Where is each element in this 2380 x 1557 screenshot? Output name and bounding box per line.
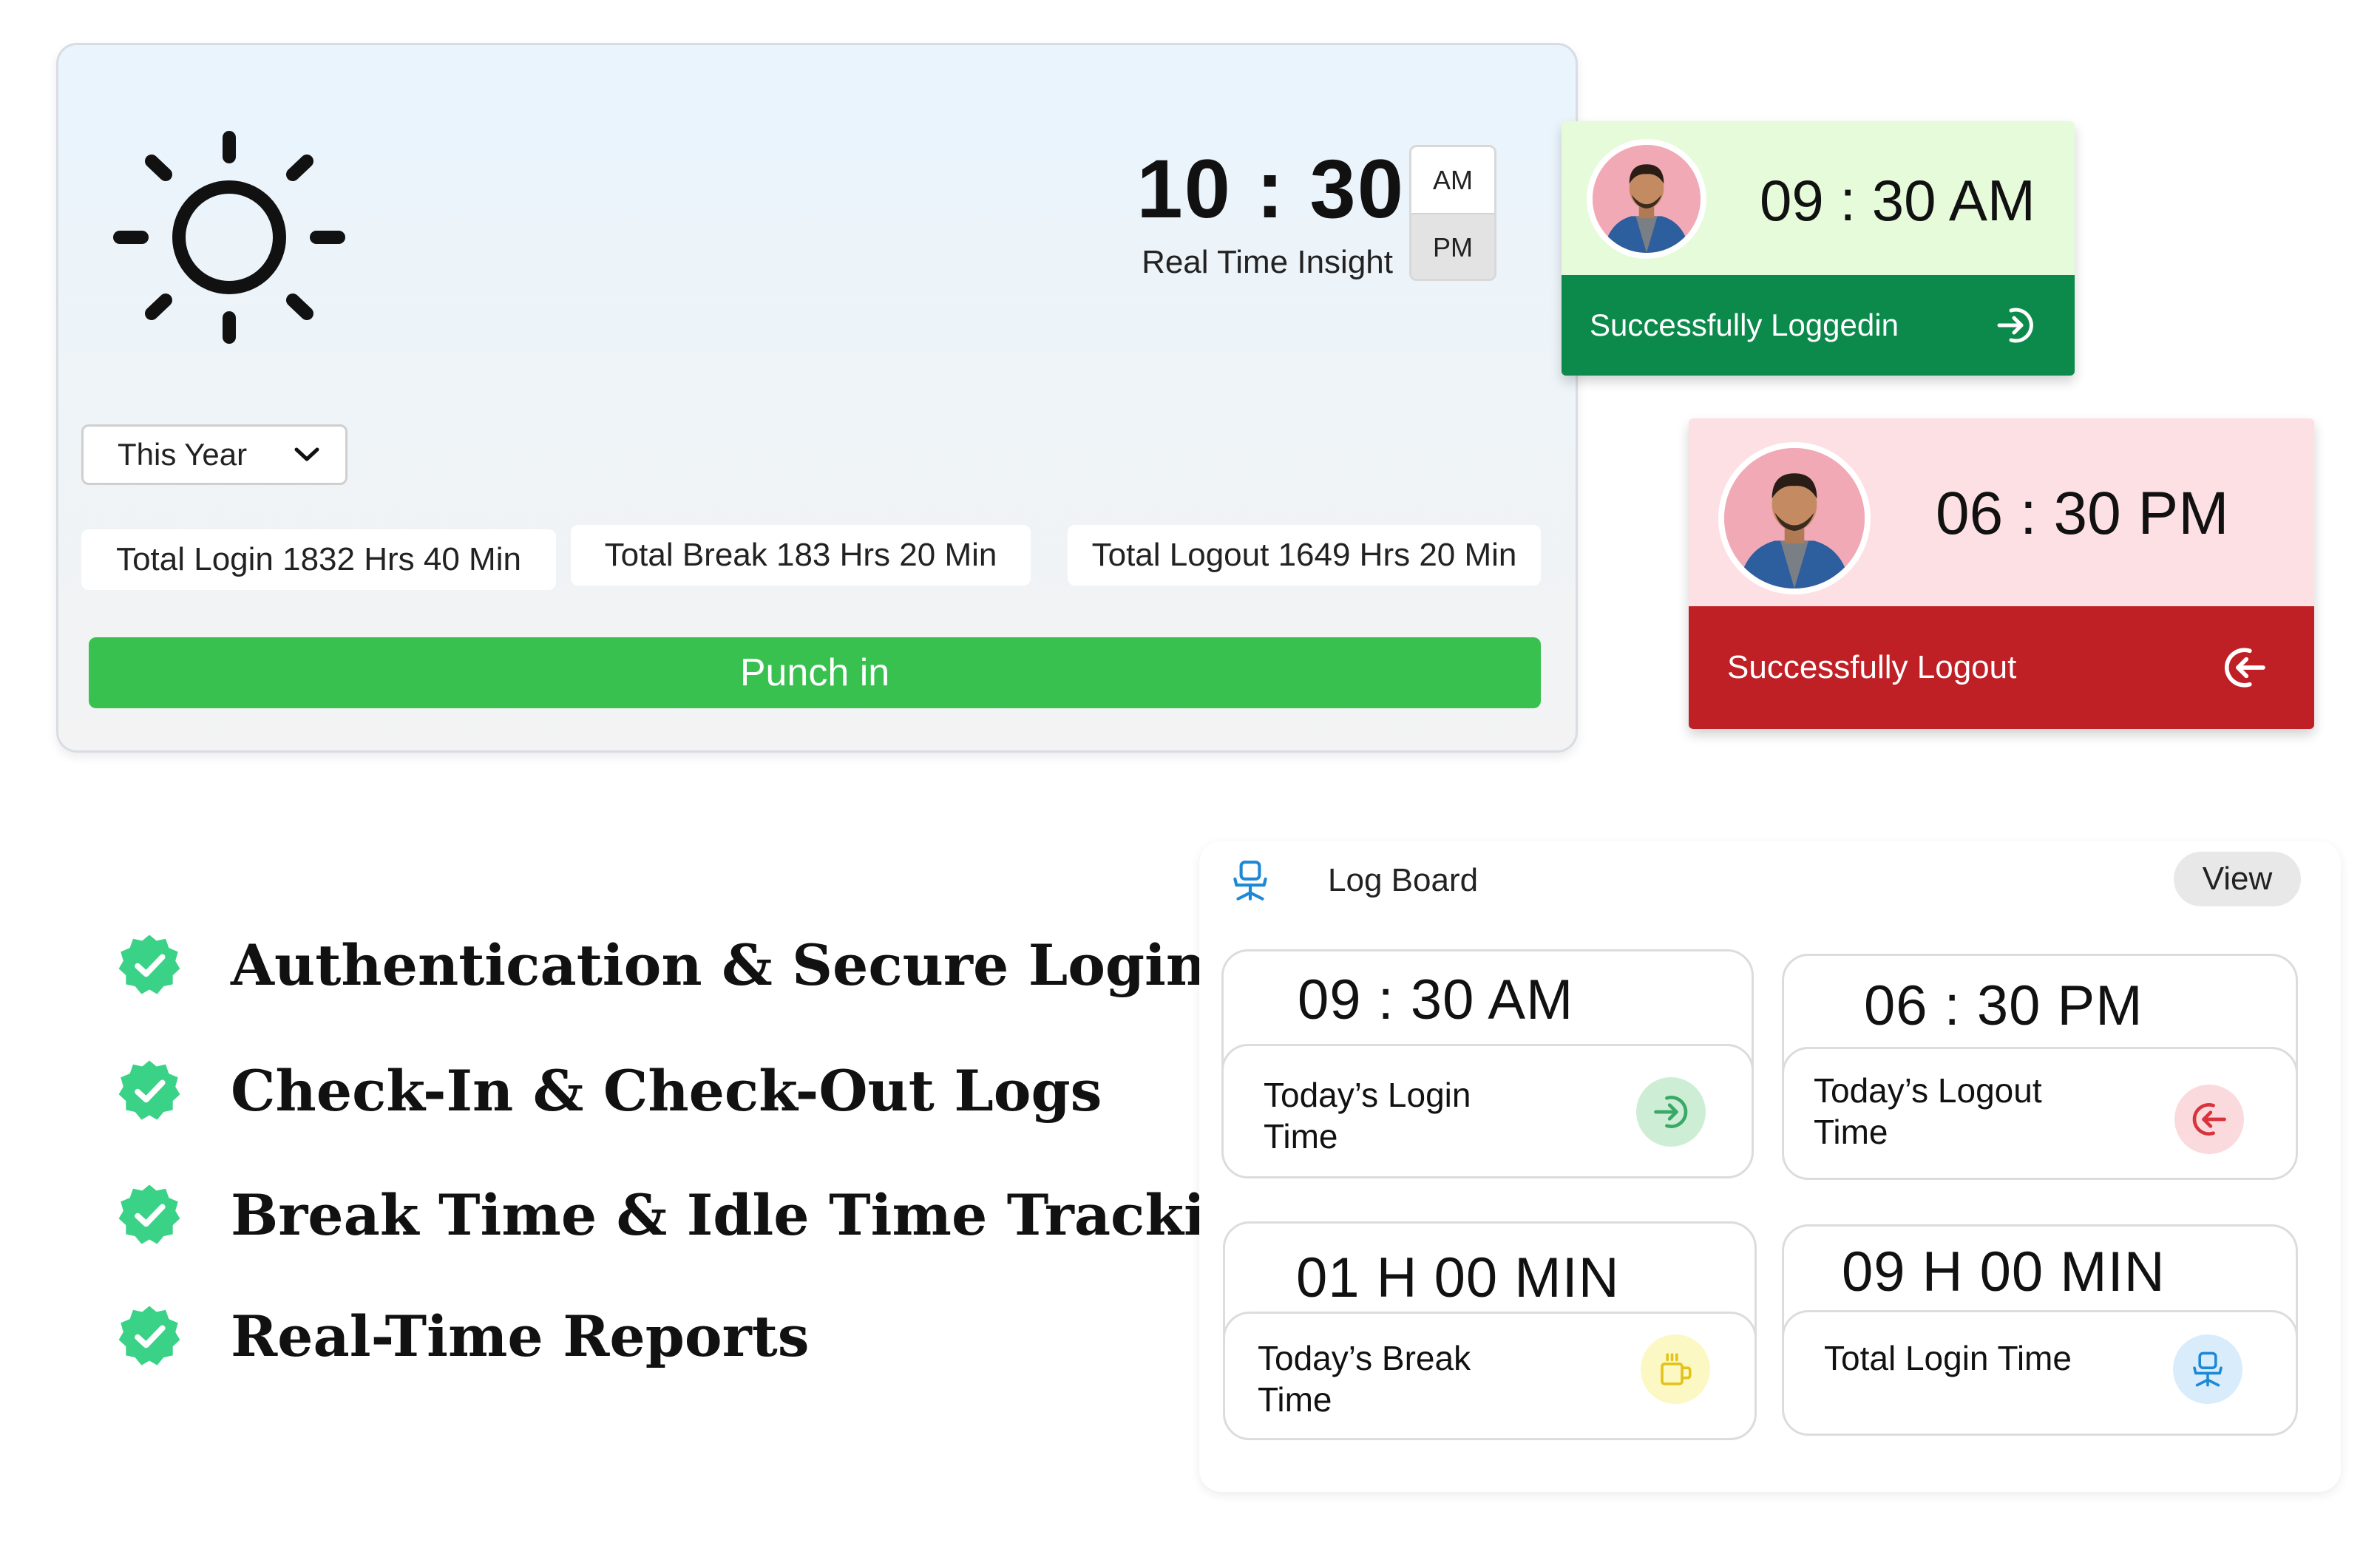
sun-icon <box>113 131 345 344</box>
time-caption: Real Time Insight <box>1142 244 1393 280</box>
verified-check-icon <box>118 1184 180 1244</box>
feature-text: Authentication & Secure Login <box>231 932 1207 998</box>
am-option[interactable]: AM <box>1411 147 1494 213</box>
pm-option[interactable]: PM <box>1411 213 1494 279</box>
chevron-down-icon <box>294 447 319 461</box>
view-button[interactable]: View <box>2174 852 2301 906</box>
tile-value: 01 H 00 MIN <box>1296 1246 1620 1309</box>
coffee-icon <box>1641 1334 1710 1404</box>
feature-item: Real-Time Reports <box>117 1295 810 1377</box>
feature-item: Check-In & Check-Out Logs <box>117 1050 1102 1131</box>
logout-icon <box>2224 648 2265 688</box>
feature-text: Check-In & Check-Out Logs <box>231 1057 1102 1124</box>
tile-label: Today’s Logout Time <box>1814 1071 2042 1151</box>
logout-time: 06 : 30 PM <box>1936 480 2229 547</box>
login-time: 09 : 30 AM <box>1760 168 2035 233</box>
total-login-stat: Total Login 1832 Hrs 40 Min <box>81 529 556 590</box>
login-message: Successfully Loggedin <box>1590 308 1899 342</box>
tile-label: Today’s Break Time <box>1258 1339 1471 1419</box>
office-chair-icon <box>1233 861 1267 900</box>
am-pm-toggle: AM PM <box>1409 145 1496 281</box>
total-logout-stat: Total Logout 1649 Hrs 20 Min <box>1068 525 1541 586</box>
logout-icon <box>2174 1085 2244 1154</box>
log-board-title: Log Board <box>1328 862 1479 898</box>
toast-status-bar: Successfully Loggedin <box>1562 275 2075 376</box>
login-success-toast: 09 : 30 AM Successfully Loggedin <box>1562 121 2075 376</box>
login-icon <box>1997 308 2033 343</box>
tile-value: 09 : 30 AM <box>1298 969 1574 1031</box>
period-select-value: This Year <box>118 437 248 472</box>
period-select[interactable]: This Year <box>81 424 347 485</box>
tile-label: Total Login Time <box>1824 1339 2072 1377</box>
avatar <box>1718 442 1871 594</box>
total-break-stat: Total Break 183 Hrs 20 Min <box>571 525 1031 586</box>
today-logout-tile: 06 : 30 PM Today’s Logout Time <box>1782 954 2298 1180</box>
feature-item: Break Time & Idle Time Tracking <box>117 1174 1285 1255</box>
login-icon <box>1636 1077 1706 1147</box>
current-time: 10 : 30 <box>1136 143 1405 235</box>
punch-in-button[interactable]: Punch in <box>89 637 1541 708</box>
verified-check-icon <box>118 934 180 994</box>
tile-value: 09 H 00 MIN <box>1842 1241 2166 1303</box>
tile-value: 06 : 30 PM <box>1864 974 2143 1037</box>
today-break-tile: 01 H 00 MIN Today’s Break Time <box>1223 1221 1757 1440</box>
logout-success-toast: 06 : 30 PM Successfully Logout <box>1689 418 2314 729</box>
office-chair-icon <box>2173 1334 2242 1404</box>
feature-item: Authentication & Secure Login <box>117 924 1207 1005</box>
today-login-tile: 09 : 30 AM Today’s Login Time <box>1221 949 1754 1178</box>
verified-check-icon <box>118 1306 180 1366</box>
avatar <box>1587 139 1706 259</box>
toast-status-bar: Successfully Logout <box>1689 606 2314 729</box>
total-login-tile: 09 H 00 MIN Total Login Time <box>1782 1224 2298 1436</box>
feature-text: Break Time & Idle Time Tracking <box>231 1181 1286 1248</box>
verified-check-icon <box>118 1060 180 1120</box>
logout-message: Successfully Logout <box>1727 649 2017 685</box>
tile-label: Today’s Login Time <box>1264 1076 1471 1156</box>
feature-text: Real-Time Reports <box>231 1303 810 1369</box>
